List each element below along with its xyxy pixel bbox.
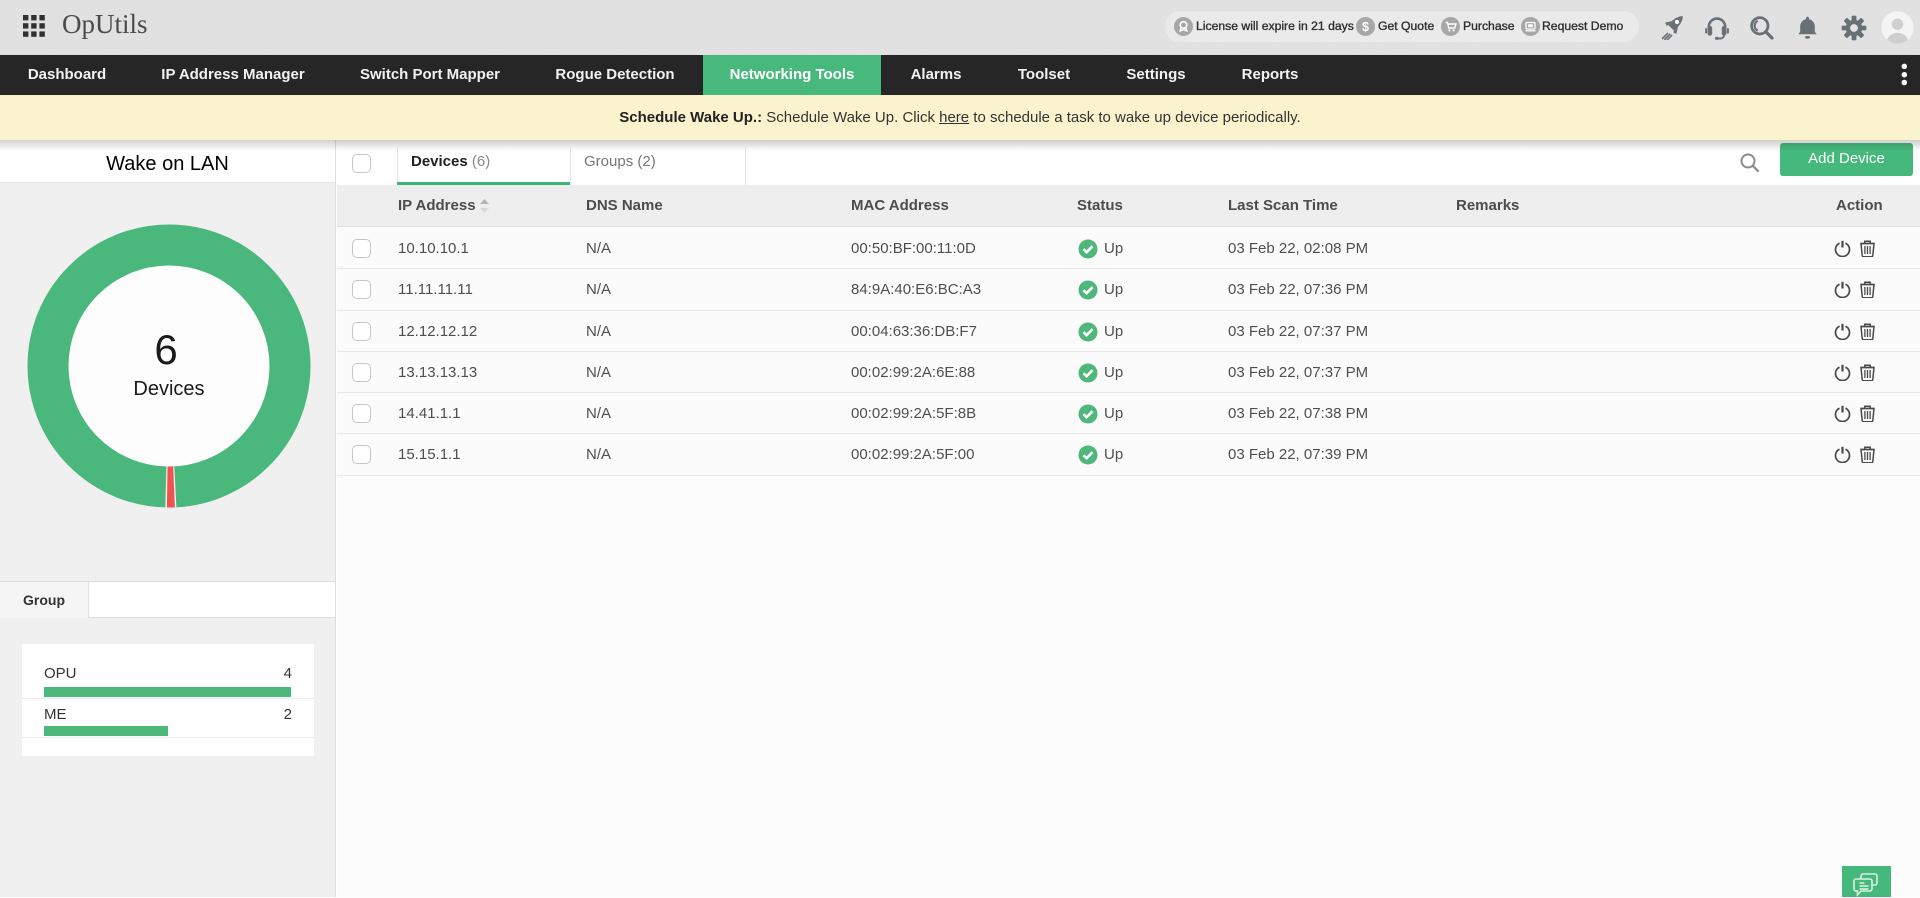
svg-text:$: $	[1362, 20, 1369, 34]
